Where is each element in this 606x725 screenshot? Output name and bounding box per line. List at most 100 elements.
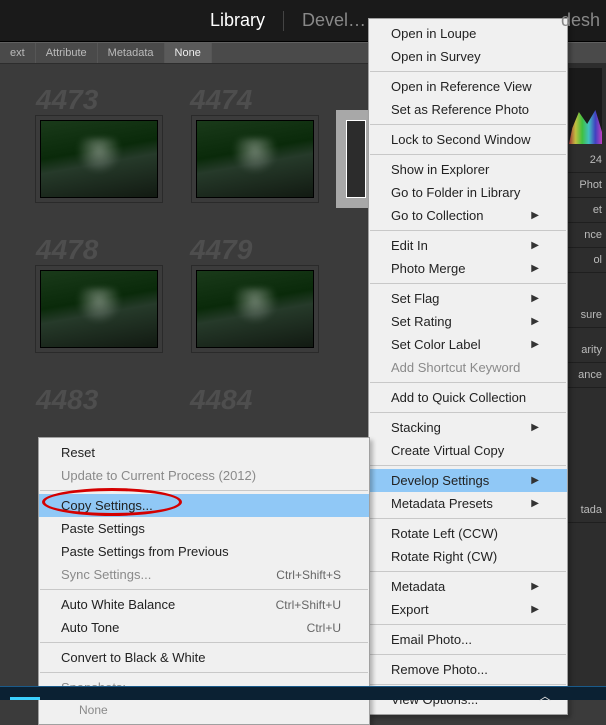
cell-index: 4479 [190, 234, 252, 266]
menu-separator [370, 154, 566, 155]
module-library[interactable]: Library [210, 10, 265, 31]
context-menu-item[interactable]: Set Flag▶ [369, 287, 567, 310]
submenu-item: Sync Settings... Ctrl+Shift+S [39, 563, 369, 586]
context-menu-item[interactable]: Photo Merge▶ [369, 257, 567, 280]
menu-item-label: Email Photo... [391, 632, 472, 647]
context-menu-item[interactable]: Set as Reference Photo [369, 98, 567, 121]
context-menu-item[interactable]: Add to Quick Collection [369, 386, 567, 409]
submenu-item[interactable]: Paste Settings [39, 517, 369, 540]
context-menu-item[interactable]: Metadata Presets▶ [369, 492, 567, 515]
menu-separator [370, 71, 566, 72]
chevron-right-icon: ▶ [531, 581, 539, 592]
cell-index: 4483 [36, 384, 98, 416]
context-menu-item[interactable]: Email Photo... [369, 628, 567, 651]
panel-label: sure [565, 303, 606, 328]
menu-item-label: Convert to Black & White [61, 650, 206, 665]
menu-separator [370, 654, 566, 655]
submenu-item[interactable]: Auto ToneCtrl+U [39, 616, 369, 639]
menu-item-label: Show in Explorer [391, 162, 489, 177]
menu-item-label: Paste Settings from Previous [61, 544, 229, 559]
context-menu-item[interactable]: Open in Loupe [369, 22, 567, 45]
thumbnail[interactable] [40, 120, 158, 198]
context-menu-item[interactable]: Rotate Left (CCW) [369, 522, 567, 545]
menu-item-label: Sync Settings... [61, 567, 151, 582]
context-menu-item[interactable]: Develop Settings ▶ [369, 469, 567, 492]
context-menu-item[interactable]: Set Rating▶ [369, 310, 567, 333]
context-menu-item[interactable]: Set Color Label▶ [369, 333, 567, 356]
filter-attribute[interactable]: Attribute [36, 43, 98, 63]
menu-item-label: Rotate Right (CW) [391, 549, 497, 564]
context-menu-item[interactable]: Show in Explorer [369, 158, 567, 181]
panel-stat: 24 [565, 148, 606, 173]
module-separator [283, 11, 284, 31]
menu-item-label: Metadata Presets [391, 496, 493, 511]
thumbnail[interactable] [40, 270, 158, 348]
context-menu-item[interactable]: Edit In ▶ [369, 234, 567, 257]
submenu-item[interactable]: Copy Settings... [39, 494, 369, 517]
menu-shortcut: Ctrl+Shift+S [276, 568, 341, 582]
context-menu: Open in Loupe Open in Survey Open in Refer… [368, 18, 568, 715]
chevron-right-icon: ▶ [531, 604, 539, 615]
menu-item-label: Develop Settings [391, 473, 489, 488]
menu-separator [40, 490, 368, 491]
menu-item-label: Reset [61, 445, 95, 460]
filter-metadata[interactable]: Metadata [98, 43, 165, 63]
menu-item-label: Open in Loupe [391, 26, 476, 41]
panel-label: Phot [565, 173, 606, 198]
context-menu-item[interactable]: Create Virtual Copy [369, 439, 567, 462]
panel-label: ol [565, 248, 606, 273]
thumbnail[interactable] [196, 120, 314, 198]
context-menu-item[interactable]: Rotate Right (CW) [369, 545, 567, 568]
menu-item-label: Edit In [391, 238, 428, 253]
cell-index: 4484 [190, 384, 252, 416]
menu-item-label: Go to Folder in Library [391, 185, 520, 200]
filter-none[interactable]: None [165, 43, 212, 63]
context-menu-item[interactable]: Remove Photo... [369, 658, 567, 681]
context-menu-item[interactable]: Go to Folder in Library [369, 181, 567, 204]
menu-separator [370, 382, 566, 383]
chevron-right-icon: ▶ [531, 316, 539, 327]
histogram[interactable] [569, 68, 602, 144]
panel-label: et [565, 198, 606, 223]
menu-separator [370, 124, 566, 125]
thumbnail[interactable] [196, 270, 314, 348]
context-menu-item[interactable]: Stacking▶ [369, 416, 567, 439]
thumbnail-selected[interactable] [346, 120, 366, 198]
chevron-right-icon: ▶ [531, 339, 539, 350]
module-slideshow-partial[interactable]: desh [561, 10, 600, 31]
submenu-item[interactable]: Paste Settings from Previous [39, 540, 369, 563]
context-menu-item[interactable]: Metadata▶ [369, 575, 567, 598]
context-menu-item[interactable]: Open in Survey [369, 45, 567, 68]
menu-item-label: Set as Reference Photo [391, 102, 529, 117]
chevron-right-icon: ▶ [531, 263, 539, 274]
module-develop[interactable]: Devel… [302, 10, 366, 31]
context-menu-item[interactable]: Go to Collection▶ [369, 204, 567, 227]
filter-text[interactable]: ext [0, 43, 36, 63]
chevron-right-icon: ▶ [531, 475, 539, 486]
menu-item-label: Add to Quick Collection [391, 390, 526, 405]
menu-separator [370, 684, 566, 685]
menu-item-label: Add Shortcut Keyword [391, 360, 520, 375]
menu-item-label: Update to Current Process (2012) [61, 468, 256, 483]
menu-shortcut: Ctrl+Shift+U [276, 598, 341, 612]
menu-separator [40, 672, 368, 673]
menu-shortcut: Ctrl+U [307, 621, 341, 635]
menu-separator [370, 230, 566, 231]
chevron-right-icon: ▶ [531, 240, 539, 251]
panel-label: nce [565, 223, 606, 248]
menu-item-label: Create Virtual Copy [391, 443, 504, 458]
panel-label: ance [565, 363, 606, 388]
submenu-item[interactable]: Auto White Balance Ctrl+Shift+U [39, 593, 369, 616]
context-menu-item[interactable]: Export▶ [369, 598, 567, 621]
context-menu-item[interactable]: Open in Reference View [369, 75, 567, 98]
context-menu-item: Add Shortcut Keyword [369, 356, 567, 379]
menu-item-label: Copy Settings... [61, 498, 153, 513]
tray-chevron-icon[interactable]: ︿ [539, 687, 551, 704]
menu-item-label: Set Flag [391, 291, 439, 306]
panel-label: tada [565, 498, 606, 523]
context-menu-item[interactable]: Lock to Second Window [369, 128, 567, 151]
menu-item-label: Auto White Balance [61, 597, 175, 612]
submenu-item[interactable]: Reset [39, 441, 369, 464]
menu-separator [370, 518, 566, 519]
submenu-item[interactable]: Convert to Black & White [39, 646, 369, 669]
